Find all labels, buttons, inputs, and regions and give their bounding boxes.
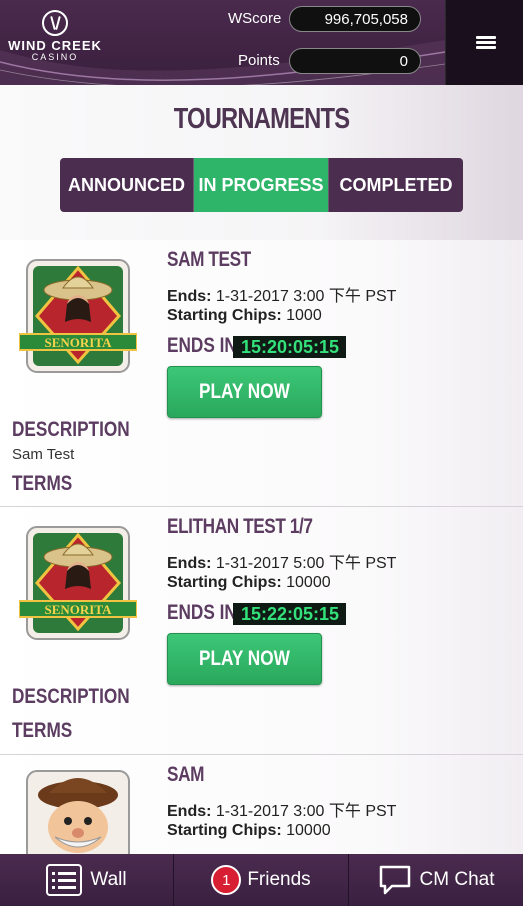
wscore-label: WScore [228,10,282,27]
ends-label: Ends: [167,555,212,572]
tournament-card: LUCK SAM Ends: 1-31-2017 3:00 下午 PST Sta… [0,755,523,854]
play-now-label: PLAY NOW [199,647,290,670]
bottom-nav: Wall 1 Friends CM Chat [0,854,523,906]
luck-slot-icon[interactable]: LUCK [19,769,137,854]
chips-value: 10000 [286,822,331,839]
chips-line: Starting Chips: 10000 [167,822,331,840]
points-value: 0 [289,48,421,74]
countdown-timer: 15:20:05:15 [233,336,347,358]
friends-badge: 1 [211,865,242,895]
tournament-name: SAM [167,763,205,786]
ends-in-label: ENDS IN: [167,334,243,357]
ends-label: Ends: [167,288,212,305]
tab-announced[interactable]: ANNOUNCED [60,158,194,212]
ends-line: Ends: 1-31-2017 3:00 下午 PST [167,282,396,306]
tab-in-progress[interactable]: IN PROGRESS [194,158,329,212]
menu-button[interactable] [445,0,523,85]
play-now-label: PLAY NOW [199,380,290,403]
hamburger-menu-icon [476,36,496,50]
chat-button[interactable]: CM Chat [349,854,523,906]
tournament-tabs: ANNOUNCED IN PROGRESS COMPLETED [60,158,463,212]
page-title: TOURNAMENTS [173,103,350,135]
wall-label: Wall [90,869,127,890]
wind-creek-logo[interactable]: WIND CREEK CASINO [6,10,104,62]
app-header: WIND CREEK CASINO WScore 996,705,058 Poi… [0,0,523,85]
chat-bubble-icon [379,865,410,895]
list-icon [46,864,83,896]
tournament-card: SENORITA SAM TEST Ends: 1-31-2017 3:00 下… [0,240,523,507]
chips-line: Starting Chips: 1000 [167,307,322,325]
feather-logo-icon [42,10,68,36]
ends-value: 1-31-2017 5:00 下午 PST [215,555,397,572]
countdown-timer: 15:22:05:15 [233,603,347,625]
ends-label: Ends: [167,803,212,820]
chips-line: Starting Chips: 10000 [167,574,331,592]
wall-button[interactable]: Wall [0,854,174,906]
description-heading: DESCRIPTION [12,418,130,441]
chips-value: 10000 [286,574,331,591]
logo-brand: WIND CREEK [8,38,102,53]
terms-heading[interactable]: TERMS [12,719,72,743]
tournament-list[interactable]: SENORITA SAM TEST Ends: 1-31-2017 3:00 下… [0,240,523,854]
tab-completed[interactable]: COMPLETED [329,158,463,212]
ends-in-label: ENDS IN: [167,601,243,624]
senorita-slot-icon[interactable]: SENORITA [19,525,137,643]
friends-label: Friends [247,869,311,890]
chat-label: CM Chat [419,869,495,890]
ends-value: 1-31-2017 3:00 下午 PST [215,803,397,820]
logo-sub: CASINO [31,52,79,62]
svg-text:SENORITA: SENORITA [45,335,113,350]
chips-label: Starting Chips: [167,574,282,591]
friends-button[interactable]: 1 Friends [174,854,349,906]
chips-label: Starting Chips: [167,307,282,324]
ends-line: Ends: 1-31-2017 3:00 下午 PST [167,797,396,821]
svg-text:SENORITA: SENORITA [45,602,113,617]
points-label: Points [238,52,280,69]
ends-value: 1-31-2017 3:00 下午 PST [215,288,397,305]
tournament-name: SAM TEST [167,248,251,271]
wscore-value: 996,705,058 [289,6,421,32]
play-now-button[interactable]: PLAY NOW [167,633,322,685]
terms-heading[interactable]: TERMS [12,472,72,496]
chips-label: Starting Chips: [167,822,282,839]
ends-line: Ends: 1-31-2017 5:00 下午 PST [167,549,396,573]
tournament-name: ELITHAN TEST 1/7 [167,515,313,538]
description-heading: DESCRIPTION [12,685,130,708]
tournament-card: SENORITA ELITHAN TEST 1/7 Ends: 1-31-201… [0,507,523,755]
play-now-button[interactable]: PLAY NOW [167,366,322,418]
chips-value: 1000 [286,307,322,324]
senorita-slot-icon[interactable]: SENORITA [19,258,137,376]
description-text: Sam Test [12,446,75,463]
tournaments-hero: TOURNAMENTS ANNOUNCED IN PROGRESS COMPLE… [0,85,523,240]
